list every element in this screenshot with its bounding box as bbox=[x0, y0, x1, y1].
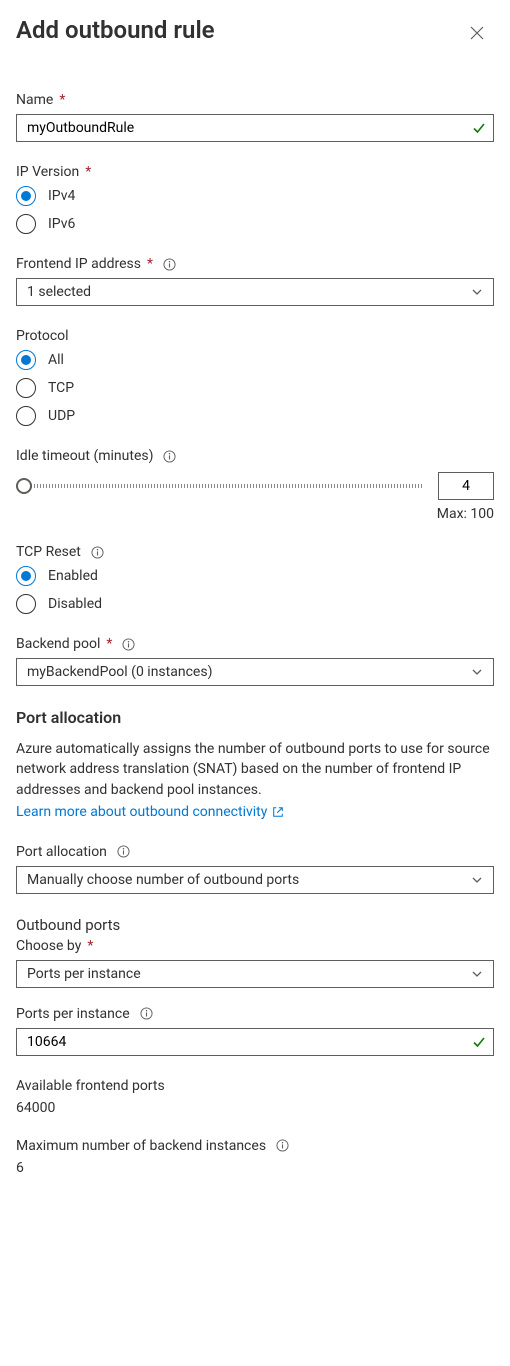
ip-version-ipv6-radio[interactable]: IPv6 bbox=[16, 214, 494, 234]
radio-label: IPv6 bbox=[48, 216, 75, 232]
outbound-ports-heading: Outbound ports bbox=[16, 916, 494, 934]
tcp-reset-disabled-radio[interactable]: Disabled bbox=[16, 594, 494, 614]
tcp-reset-enabled-radio[interactable]: Enabled bbox=[16, 566, 494, 586]
protocol-all-radio[interactable]: All bbox=[16, 350, 494, 370]
max-backend-label: Maximum number of backend instances bbox=[16, 1138, 494, 1154]
max-backend-value: 6 bbox=[16, 1160, 494, 1176]
backend-pool-select[interactable]: myBackendPool (0 instances) bbox=[16, 658, 494, 686]
name-label: Name* bbox=[16, 92, 494, 108]
learn-more-link[interactable]: Learn more about outbound connectivity bbox=[16, 804, 284, 820]
backend-pool-label: Backend pool* bbox=[16, 636, 494, 652]
radio-label: TCP bbox=[48, 380, 74, 396]
frontend-ip-select[interactable]: 1 selected bbox=[16, 278, 494, 306]
chevron-down-icon bbox=[471, 968, 483, 980]
name-input[interactable] bbox=[16, 114, 494, 142]
info-icon[interactable] bbox=[163, 450, 176, 463]
choose-by-select[interactable]: Ports per instance bbox=[16, 960, 494, 988]
chevron-down-icon bbox=[471, 666, 483, 678]
idle-timeout-value-input[interactable] bbox=[438, 472, 494, 500]
radio-label: IPv4 bbox=[48, 188, 75, 204]
radio-label: UDP bbox=[48, 408, 75, 424]
radio-label: Disabled bbox=[48, 596, 102, 612]
radio-icon bbox=[16, 378, 36, 398]
frontend-ip-label: Frontend IP address* bbox=[16, 256, 494, 272]
protocol-label: Protocol bbox=[16, 328, 494, 344]
choose-by-label: Choose by* bbox=[16, 938, 494, 954]
info-icon[interactable] bbox=[163, 258, 176, 271]
ip-version-ipv4-radio[interactable]: IPv4 bbox=[16, 186, 494, 206]
external-link-icon bbox=[272, 806, 284, 818]
info-icon[interactable] bbox=[140, 1007, 153, 1020]
slider-thumb[interactable] bbox=[16, 478, 32, 494]
radio-icon bbox=[16, 566, 36, 586]
info-icon[interactable] bbox=[117, 845, 130, 858]
available-ports-label: Available frontend ports bbox=[16, 1078, 494, 1094]
port-allocation-heading: Port allocation bbox=[16, 708, 494, 727]
protocol-udp-radio[interactable]: UDP bbox=[16, 406, 494, 426]
radio-icon bbox=[16, 594, 36, 614]
page-title: Add outbound rule bbox=[16, 16, 215, 44]
idle-timeout-slider[interactable] bbox=[16, 476, 424, 496]
info-icon[interactable] bbox=[276, 1139, 289, 1152]
ports-per-instance-label: Ports per instance bbox=[16, 1006, 494, 1022]
radio-icon bbox=[16, 350, 36, 370]
info-icon[interactable] bbox=[91, 546, 104, 559]
port-allocation-select[interactable]: Manually choose number of outbound ports bbox=[16, 866, 494, 894]
close-icon[interactable] bbox=[466, 22, 488, 44]
radio-label: All bbox=[48, 352, 64, 368]
port-allocation-label: Port allocation bbox=[16, 844, 494, 860]
radio-label: Enabled bbox=[48, 568, 98, 584]
radio-icon bbox=[16, 186, 36, 206]
port-allocation-description: Azure automatically assigns the number o… bbox=[16, 739, 494, 800]
radio-icon bbox=[16, 406, 36, 426]
protocol-tcp-radio[interactable]: TCP bbox=[16, 378, 494, 398]
available-ports-value: 64000 bbox=[16, 1100, 494, 1116]
idle-timeout-max-label: Max: 100 bbox=[16, 506, 494, 522]
chevron-down-icon bbox=[471, 874, 483, 886]
chevron-down-icon bbox=[471, 286, 483, 298]
tcp-reset-label: TCP Reset bbox=[16, 544, 494, 560]
info-icon[interactable] bbox=[122, 638, 135, 651]
ip-version-label: IP Version* bbox=[16, 164, 494, 180]
ports-per-instance-input[interactable] bbox=[16, 1028, 494, 1056]
idle-timeout-label: Idle timeout (minutes) bbox=[16, 448, 494, 464]
radio-icon bbox=[16, 214, 36, 234]
